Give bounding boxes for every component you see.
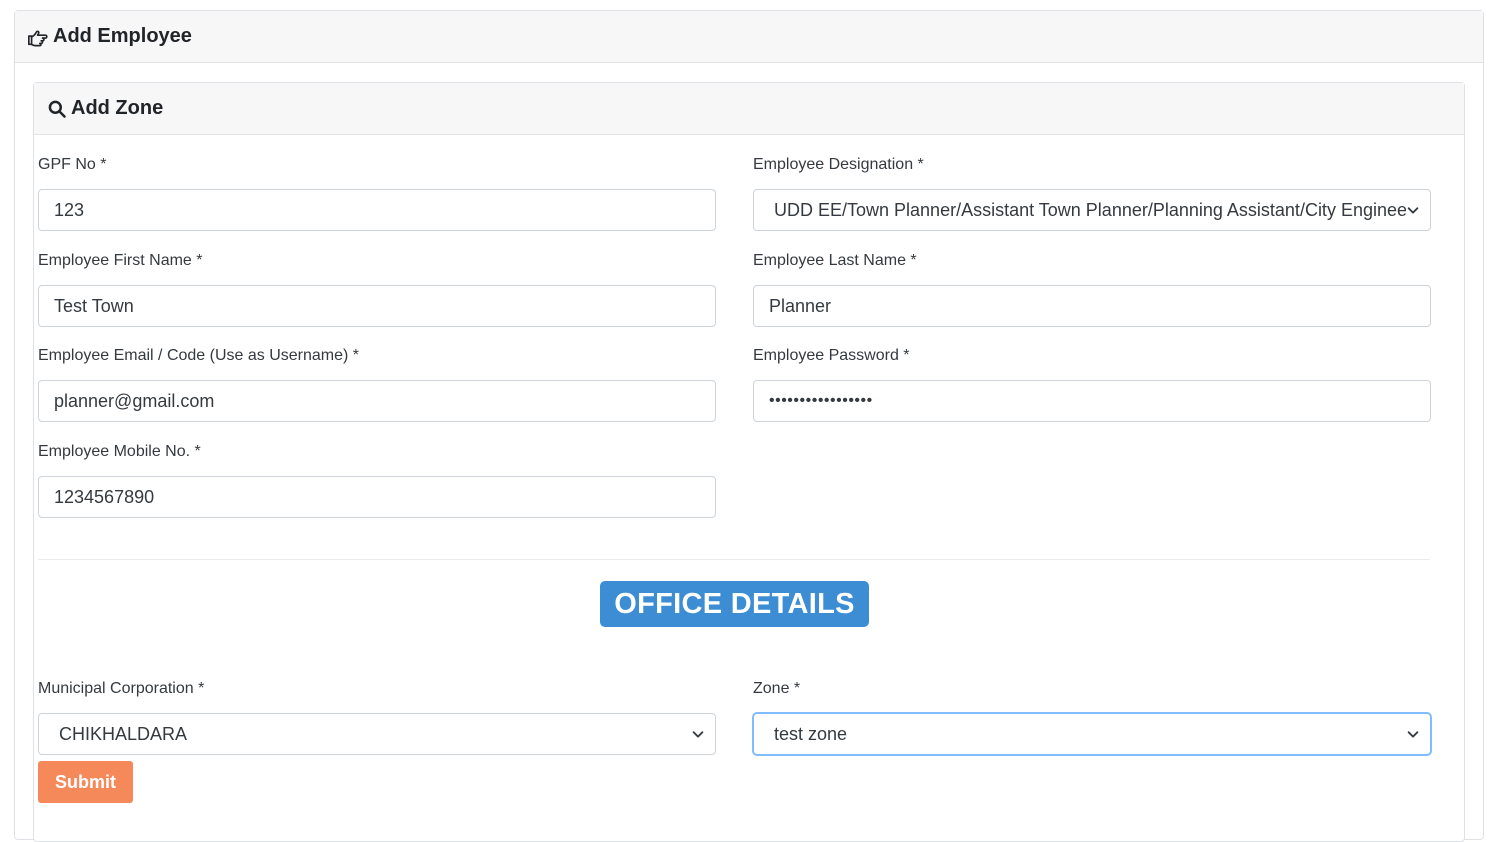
- zone-value: test zone: [774, 723, 848, 744]
- section-header: Add Zone: [34, 83, 1464, 135]
- mobile-value: 1234567890: [54, 486, 155, 507]
- last-name-group: Employee Last Name * Planner: [753, 251, 1431, 327]
- chevron-down-icon: [1406, 203, 1420, 217]
- last-name-input[interactable]: Planner: [753, 285, 1431, 327]
- gpf-input[interactable]: 123: [38, 189, 716, 231]
- designation-select[interactable]: UDD EE/Town Planner/Assistant Town Plann…: [753, 189, 1431, 231]
- gpf-label: GPF No *: [38, 156, 107, 173]
- municipal-corporation-value: CHIKHALDARA: [59, 723, 188, 744]
- email-label: Employee Email / Code (Use as Username) …: [38, 347, 360, 364]
- first-name-input[interactable]: Test Town: [38, 285, 716, 327]
- chevron-down-icon: [691, 727, 705, 741]
- zone-group: Zone * test zone: [753, 679, 1431, 755]
- mobile-group: Employee Mobile No. * 1234567890: [38, 442, 716, 518]
- zone-select[interactable]: test zone: [753, 713, 1431, 755]
- page-title: Add Employee: [53, 25, 192, 47]
- designation-group: Employee Designation * UDD EE/Town Plann…: [753, 155, 1431, 231]
- designation-label: Employee Designation *: [753, 156, 924, 173]
- submit-button[interactable]: Submit: [38, 761, 133, 803]
- first-name-group: Employee First Name * Test Town: [38, 251, 716, 327]
- municipal-corporation-group: Municipal Corporation * CHIKHALDARA: [38, 679, 716, 755]
- chevron-down-icon: [1406, 727, 1420, 741]
- section-divider: [38, 559, 1430, 560]
- zone-label: Zone *: [753, 680, 801, 697]
- search-icon: [47, 99, 67, 119]
- mobile-label: Employee Mobile No. *: [38, 443, 201, 460]
- password-value: •••••••••••••••••: [769, 392, 873, 409]
- card-header: Add Employee: [15, 11, 1483, 63]
- last-name-label: Employee Last Name *: [753, 252, 917, 269]
- mobile-input[interactable]: 1234567890: [38, 476, 716, 518]
- password-group: Employee Password * •••••••••••••••••: [753, 346, 1431, 422]
- email-group: Employee Email / Code (Use as Username) …: [38, 346, 716, 422]
- municipal-corporation-select[interactable]: CHIKHALDARA: [38, 713, 716, 755]
- designation-value: UDD EE/Town Planner/Assistant Town Plann…: [774, 199, 1406, 220]
- gpf-value: 123: [54, 199, 85, 220]
- email-input[interactable]: planner@gmail.com: [38, 380, 716, 422]
- last-name-value: Planner: [769, 295, 832, 316]
- first-name-value: Test Town: [54, 295, 134, 316]
- hand-pointer-icon: [27, 26, 49, 48]
- office-details-heading: OFFICE DETAILS: [600, 581, 869, 627]
- gpf-group: GPF No * 123: [38, 155, 716, 231]
- password-label: Employee Password *: [753, 347, 910, 364]
- municipal-corporation-label: Municipal Corporation *: [38, 680, 205, 697]
- email-value: planner@gmail.com: [54, 390, 215, 411]
- password-input[interactable]: •••••••••••••••••: [753, 380, 1431, 422]
- section-title: Add Zone: [71, 97, 164, 119]
- first-name-label: Employee First Name *: [38, 252, 203, 269]
